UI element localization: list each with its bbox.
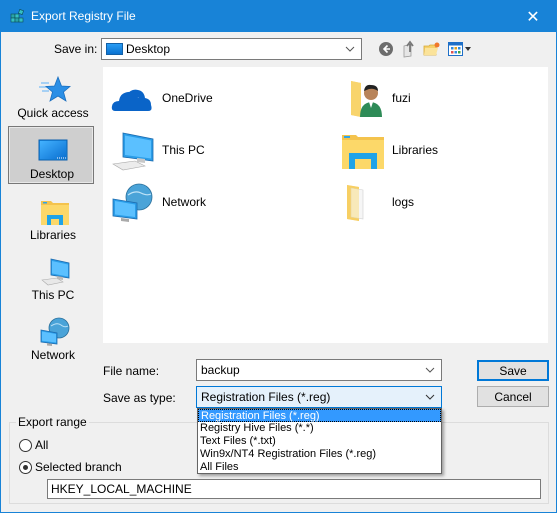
dropdown-option[interactable]: All Files [198,461,441,474]
view-menu-icon [448,42,471,56]
export-registry-dialog: Export Registry File ✕ Save in: Desktop [0,0,557,513]
place-label: Quick access [17,106,89,120]
onedrive-icon [111,89,152,111]
dropdown-option[interactable]: Registry Hive Files (*.*) [198,422,441,435]
window-title: Export Registry File [31,9,136,23]
dropdown-option[interactable]: Text Files (*.txt) [198,435,441,448]
radio-button[interactable] [19,438,32,452]
place-label: Network [30,348,75,362]
place-label: This PC [31,288,75,302]
radio-all[interactable]: All [19,437,48,453]
file-label: Network [162,195,207,209]
file-item-logs[interactable]: logs [335,179,535,225]
place-this-pc[interactable]: This PC [9,248,97,306]
radio-selected-branch[interactable]: Selected branch [19,459,122,475]
file-label: logs [392,195,415,209]
place-label: Desktop [29,167,75,181]
network-icon [40,317,70,346]
computer-icon [41,258,70,286]
dropdown-option[interactable]: Win9x/NT4 Registration Files (*.reg) [198,448,441,461]
desktop-icon [38,139,68,161]
desktop-icon [106,43,123,55]
title-bar[interactable]: Export Registry File ✕ [1,1,556,32]
dropdown-option[interactable]: Registration Files (*.reg) [198,409,441,422]
save-as-type-value: Registration Files (*.reg) [201,390,331,404]
place-quick-access[interactable]: Quick access [9,66,97,124]
file-label: OneDrive [162,91,213,105]
user-folder-icon [351,81,382,117]
cancel-button[interactable]: Cancel [477,386,549,407]
up-folder-button[interactable] [399,39,419,59]
file-item-network[interactable]: Network [105,179,305,225]
file-item-this-pc[interactable]: This PC [105,127,305,173]
file-item-onedrive[interactable]: OneDrive [105,75,305,121]
new-folder-icon [423,42,440,56]
new-folder-button[interactable] [422,39,442,59]
file-label: fuzi [392,91,411,105]
radio-selected-branch-label: Selected branch [35,460,122,474]
save-as-type-label: Save as type: [103,391,176,405]
file-label: Libraries [392,143,439,157]
close-button[interactable]: ✕ [510,1,556,32]
place-desktop[interactable]: Desktop [8,126,94,184]
save-as-type-dropdown: Registration Files (*.reg) Registry Hive… [197,408,442,474]
place-label: Libraries [29,228,77,242]
place-libraries[interactable]: Libraries [9,188,97,246]
save-button[interactable]: Save [477,360,549,381]
places-bar: Quick access Desktop Libraries This PC N… [7,66,95,366]
libraries-icon [342,135,384,169]
back-button[interactable] [376,39,396,59]
export-range-legend: Export range [16,415,89,429]
file-name-input[interactable]: backup [196,359,442,381]
branch-path-input[interactable]: HKEY_LOCAL_MACHINE [47,479,541,499]
radio-button[interactable] [19,460,32,474]
registry-editor-icon [10,9,24,23]
back-icon [379,42,393,56]
up-folder-icon [403,40,414,58]
computer-icon [112,132,154,171]
save-in-value: Desktop [126,42,171,56]
file-name-label: File name: [103,364,160,378]
close-icon: ✕ [526,8,540,26]
chevron-down-icon [343,41,357,57]
place-network[interactable]: Network [9,308,97,366]
file-item-libraries[interactable]: Libraries [335,127,535,173]
file-list[interactable]: OneDrive fuzi This PC Libraries Network … [102,66,549,344]
view-menu-button[interactable] [447,39,473,59]
network-icon [112,183,153,222]
libraries-icon [41,201,69,225]
file-name-value: backup [201,363,240,377]
star-icon [39,75,71,102]
save-in-combobox[interactable]: Desktop [101,38,362,60]
file-label: This PC [162,143,205,157]
file-item-fuzi[interactable]: fuzi [335,75,535,121]
save-as-type-select[interactable]: Registration Files (*.reg) [196,386,442,408]
save-in-label: Save in: [54,42,98,56]
radio-all-label: All [35,438,49,452]
chevron-down-icon[interactable] [423,362,437,378]
folder-icon [347,185,364,221]
chevron-down-icon [423,389,437,405]
